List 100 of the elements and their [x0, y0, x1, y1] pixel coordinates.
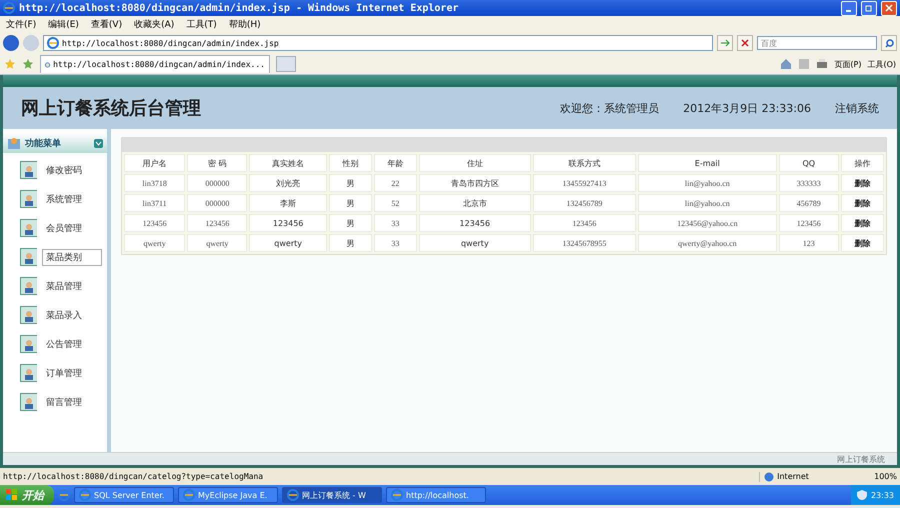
add-favorite-icon[interactable] [22, 58, 34, 70]
app-icon [391, 489, 403, 501]
table-cell: 13245678955 [532, 234, 636, 252]
table-cell: 男 [328, 234, 372, 252]
restore-button[interactable] [861, 0, 877, 16]
table-cell: 123456 [249, 214, 327, 232]
column-header: 用户名 [124, 154, 186, 172]
toolbar-menu[interactable]: 页面(P) [834, 58, 862, 70]
delete-link[interactable]: 删除 [840, 174, 884, 192]
table-cell: 北京市 [418, 194, 531, 212]
table-cell: qwerty [418, 234, 531, 252]
table-cell: qwerty [187, 234, 248, 252]
person-icon [20, 364, 37, 382]
menu-item[interactable]: 文件(F) [6, 18, 36, 30]
taskbar-button[interactable]: MyEclipse Java E. [178, 487, 278, 503]
column-header: E-mail [638, 154, 777, 172]
clock: 23:33 [870, 490, 894, 500]
welcome-text: 欢迎您：系统管理员 [560, 100, 660, 116]
menu-item[interactable]: 帮助(H) [228, 18, 261, 30]
date-time: 2012年3月9日 23:33:06 [683, 100, 811, 116]
print-icon[interactable] [816, 58, 828, 70]
address-field[interactable]: http://localhost:8080/dingcan/admin/index.jsp [43, 35, 713, 51]
person-icon [20, 248, 37, 266]
back-button[interactable] [3, 35, 19, 51]
delete-link[interactable]: 删除 [840, 234, 884, 252]
sidebar-item[interactable]: 系统管理 [3, 187, 107, 211]
sidebar-item[interactable]: 订单管理 [3, 361, 107, 385]
app-icon [287, 489, 299, 501]
table-cell: 456789 [778, 194, 839, 212]
person-icon [20, 306, 37, 324]
column-header: 操作 [840, 154, 884, 172]
table-cell: 123456 [187, 214, 248, 232]
table-cell: 123456 [532, 214, 636, 232]
sidebar-item[interactable]: 留言管理 [3, 390, 107, 414]
menu-item[interactable]: 收藏夹(A) [134, 18, 174, 30]
table-cell: 青岛市四方区 [418, 174, 531, 192]
person-icon [20, 161, 37, 179]
menu-item[interactable]: 工具(T) [186, 18, 217, 30]
table-cell: 13455927413 [532, 174, 636, 192]
table-cell: 男 [328, 174, 372, 192]
sidebar-item[interactable]: 菜品类别 [3, 245, 107, 269]
window-title: http://localhost:8080/dingcan/admin/index.jsp - Windows Internet Explorer [19, 2, 460, 14]
close-button[interactable] [881, 0, 897, 16]
sidebar-item[interactable]: 公告管理 [3, 332, 107, 356]
table-cell: 52 [374, 194, 417, 212]
table-cell: 000000 [187, 174, 248, 192]
search-field[interactable]: 百度 [757, 36, 877, 50]
logout-link[interactable]: 注销系统 [835, 100, 879, 116]
person-icon [20, 335, 37, 353]
browser-tab[interactable]: http://localhost:8080/dingcan/admin/index... [40, 55, 270, 73]
table-cell: 22 [374, 174, 417, 192]
sidebar-item[interactable]: 会员管理 [3, 216, 107, 240]
stop-button[interactable] [737, 35, 753, 51]
column-header: 住址 [418, 154, 531, 172]
favorites-star-icon[interactable] [4, 58, 16, 70]
table-cell: lin@yahoo.cn [638, 194, 777, 212]
menu-item[interactable]: 编辑(E) [48, 18, 79, 30]
search-icon [884, 38, 894, 48]
person-icon [20, 219, 37, 237]
table-cell: 123456 [418, 214, 531, 232]
table-cell: 333333 [778, 174, 839, 192]
table-cell: 李斯 [249, 194, 327, 212]
table-cell: 132456789 [532, 194, 636, 212]
sidebar-item[interactable]: 菜品管理 [3, 274, 107, 298]
taskbar-button[interactable]: SQL Server Enter. [74, 487, 174, 503]
table-cell: 男 [328, 214, 372, 232]
column-header: 年龄 [374, 154, 417, 172]
security-zone: Internet [777, 472, 809, 481]
collapse-icon[interactable] [94, 138, 103, 148]
table-cell: lin3711 [124, 194, 186, 212]
table-cell: lin3718 [124, 174, 186, 192]
taskbar-button[interactable]: 网上订餐系统 - W [282, 487, 382, 503]
taskbar-button[interactable]: http://localhost. [386, 487, 486, 503]
person-icon [20, 190, 37, 208]
close-icon [741, 39, 749, 47]
refresh-button[interactable] [717, 35, 733, 51]
delete-link[interactable]: 删除 [840, 214, 884, 232]
windows-flag-icon [6, 489, 18, 501]
search-button[interactable] [881, 35, 897, 51]
app-icon [79, 489, 91, 501]
table-cell: 123456@yahoo.cn [638, 214, 777, 232]
table-cell: 123456 [124, 214, 186, 232]
person-icon [20, 277, 37, 295]
toolbar-menu[interactable]: 工具(O) [867, 58, 896, 70]
table-cell: 33 [374, 214, 417, 232]
minimize-button[interactable] [841, 0, 857, 16]
menu-item[interactable]: 查看(V) [90, 18, 122, 30]
delete-link[interactable]: 删除 [840, 194, 884, 212]
table-cell: qwerty@yahoo.cn [638, 234, 777, 252]
sidebar-item[interactable]: 修改密码 [3, 158, 107, 182]
table-cell: lin@yahoo.cn [638, 174, 777, 192]
shield-icon[interactable] [856, 490, 867, 500]
table-cell: 刘光亮 [249, 174, 327, 192]
table-cell: qwerty [249, 234, 327, 252]
table-cell: 33 [374, 234, 417, 252]
zoom-level[interactable]: 100% [874, 472, 897, 481]
app-icon [183, 489, 195, 501]
column-header: QQ [778, 154, 839, 172]
home-icon[interactable] [780, 58, 792, 70]
sidebar-item[interactable]: 菜品录入 [3, 303, 107, 327]
